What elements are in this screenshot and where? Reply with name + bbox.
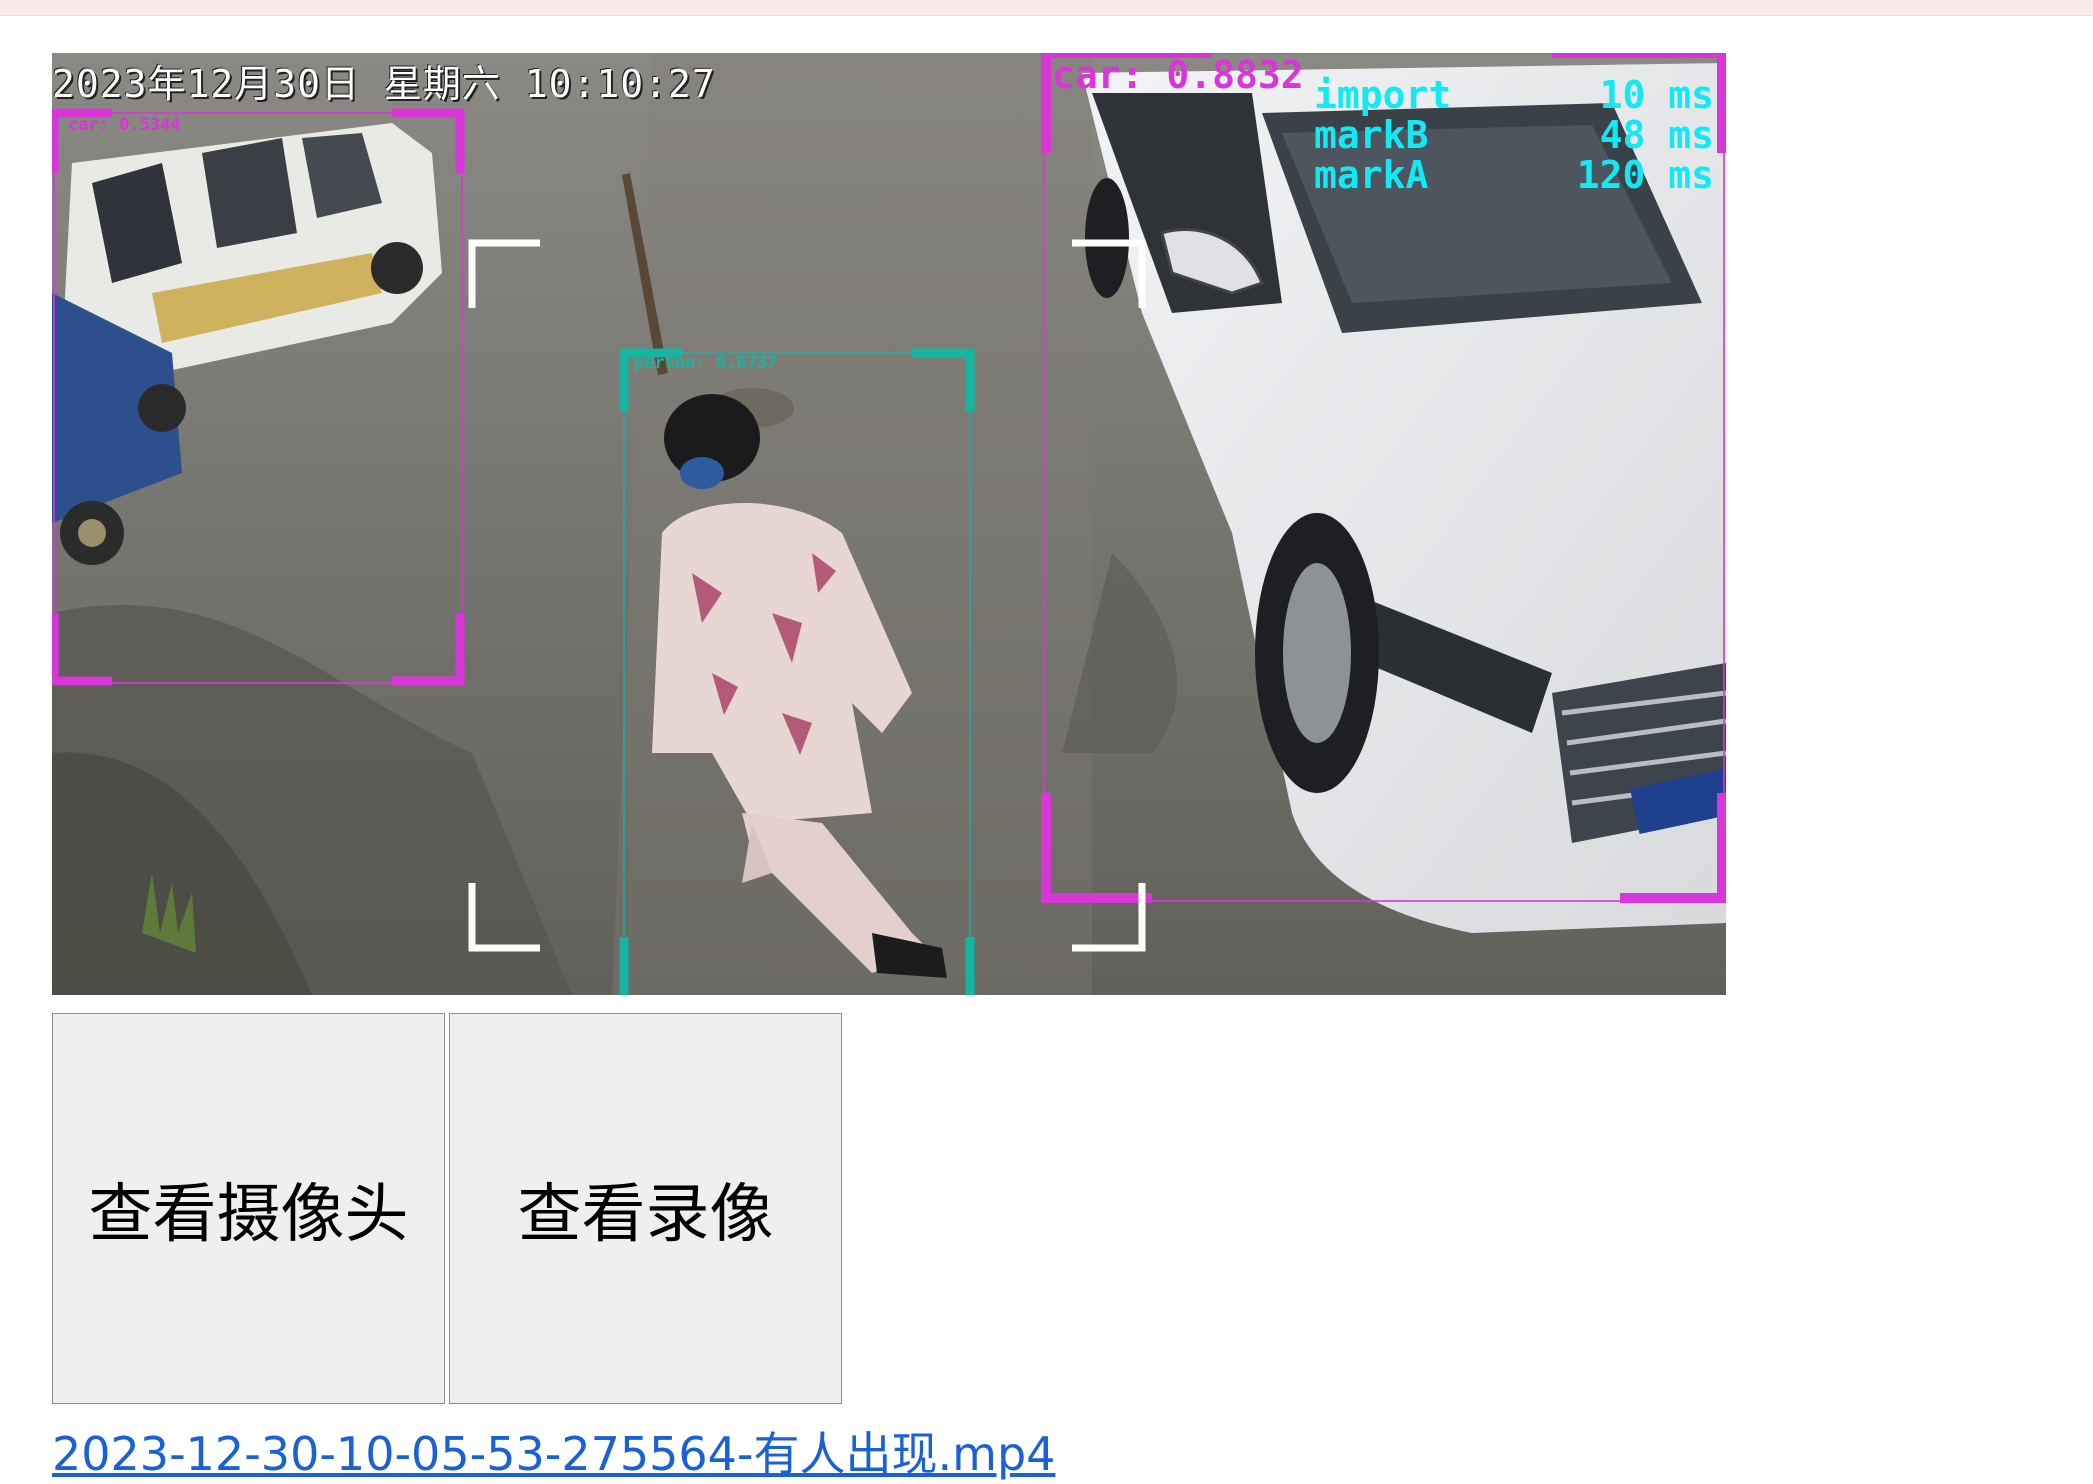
recording-file-link[interactable]: 2023-12-30-10-05-53-275564-有人出现.mp4 (52, 1418, 1055, 1484)
person-detection-label: person: 0.6737 (634, 353, 778, 373)
video-timestamp: 2023年12月30日 星期六 10:10:27 (52, 62, 716, 106)
timing-row-markA: markA 120 ms (1314, 155, 1714, 195)
timing-value: 48 ms (1599, 113, 1714, 157)
action-buttons: 查看摄像头 查看录像 (52, 1013, 842, 1404)
timing-row-import: import 10 ms (1314, 75, 1714, 115)
car-detection-label: car: 0.8832 (1052, 53, 1304, 97)
view-camera-button[interactable]: 查看摄像头 (52, 1013, 445, 1404)
timing-name: markA (1314, 153, 1429, 197)
camera-video-frame: 2023年12月30日 星期六 10:10:27 car: 0.8832 car… (52, 53, 1726, 995)
timing-value: 120 ms (1576, 153, 1714, 197)
timing-name: markB (1314, 113, 1429, 157)
timing-row-markB: markB 48 ms (1314, 115, 1714, 155)
timing-value: 10 ms (1599, 73, 1714, 117)
tricycle-detection-label: car: 0.5344 (68, 115, 181, 135)
timing-panel: import 10 ms markB 48 ms markA 120 ms (1314, 75, 1714, 195)
top-banner-strip (0, 0, 2093, 16)
view-recording-button[interactable]: 查看录像 (449, 1013, 842, 1404)
timing-name: import (1314, 73, 1452, 117)
